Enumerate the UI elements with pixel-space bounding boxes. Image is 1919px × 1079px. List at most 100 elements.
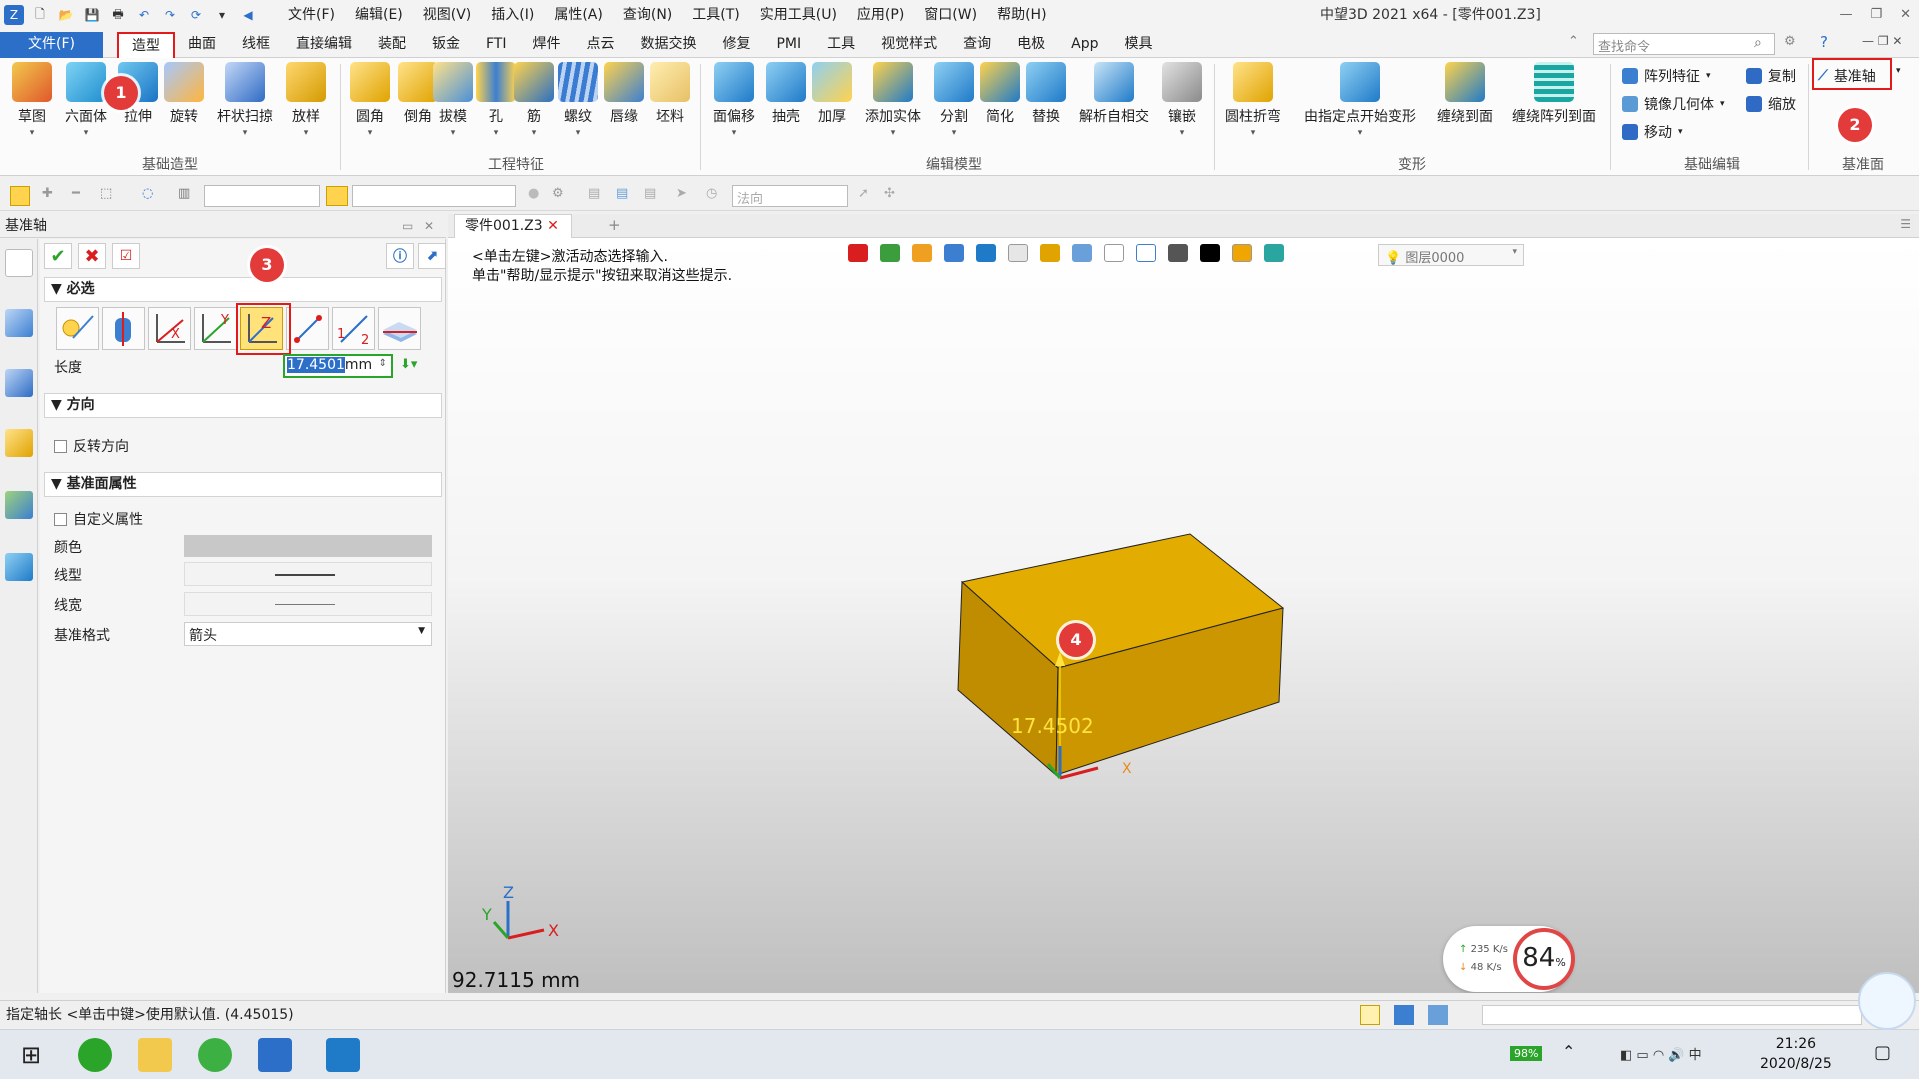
history-tree-icon[interactable]	[5, 309, 33, 337]
redo-icon[interactable]: ↷	[160, 5, 180, 25]
tab-assembly[interactable]: 装配	[365, 32, 419, 60]
tab-electrode[interactable]: 电极	[1004, 32, 1058, 60]
tab-menu-icon[interactable]: ☰	[1900, 217, 1911, 231]
menu-view[interactable]: 视图(V)	[413, 0, 482, 30]
method-cylinder-axis[interactable]	[102, 307, 145, 350]
close-tab-icon[interactable]: ✕	[547, 218, 559, 234]
menu-window[interactable]: 窗口(W)	[914, 0, 987, 30]
tab-repair[interactable]: 修复	[709, 32, 763, 60]
panel-close-icon[interactable]: ✕	[424, 214, 434, 238]
align-center-icon[interactable]: ▤	[616, 186, 628, 201]
select-pointer-icon[interactable]	[10, 186, 30, 206]
resolve-self-intersect-button[interactable]: 解析自相交	[1074, 62, 1154, 126]
stock-button[interactable]: 坯料	[642, 62, 698, 126]
notification-icon[interactable]: ▢	[1874, 1042, 1891, 1063]
deform-from-point-button[interactable]: 由指定点开始变形 ▾	[1296, 62, 1424, 138]
wrap-pattern-to-face-button[interactable]: 缠绕阵列到面	[1506, 62, 1602, 126]
collapse-ribbon-icon[interactable]: ⌃	[1568, 34, 1579, 49]
tab-point-cloud[interactable]: 点云	[573, 32, 627, 60]
pick-mode-icon[interactable]	[326, 186, 348, 206]
linewidth-select[interactable]	[184, 592, 432, 616]
assistant-mascot-icon[interactable]	[1858, 972, 1916, 1030]
tab-fti[interactable]: FTI	[473, 32, 520, 60]
print-icon[interactable]: 🖶	[108, 5, 128, 25]
info-button[interactable]: ⓘ	[386, 243, 414, 269]
section-direction[interactable]: ▼ 方向	[44, 393, 442, 418]
panel-float-icon[interactable]: ▭	[402, 214, 413, 238]
tab-tools[interactable]: 工具	[814, 32, 868, 60]
section-datum-props[interactable]: ▼ 基准面属性	[44, 472, 442, 497]
open-file-icon[interactable]: 📂	[56, 5, 76, 25]
tab-direct-edit[interactable]: 直接编辑	[283, 32, 365, 60]
feature-edit-icon[interactable]	[5, 249, 33, 277]
menu-utilities[interactable]: 实用工具(U)	[750, 0, 847, 30]
settings-gear-icon[interactable]: ⚙	[1784, 34, 1796, 49]
method-point-direction[interactable]	[56, 307, 99, 350]
option-icon[interactable]: ●	[528, 186, 539, 201]
method-point-to-point[interactable]: 12	[332, 307, 375, 350]
length-option-icon[interactable]: ⬇▾	[400, 357, 417, 372]
menu-tools[interactable]: 工具(T)	[682, 0, 749, 30]
loft-button[interactable]: 放样 ▾	[278, 62, 334, 138]
direction-combo[interactable]: 法向	[732, 185, 848, 207]
regenerate-icon[interactable]: ⟳	[186, 5, 206, 25]
history-icon[interactable]: ◷	[706, 186, 717, 201]
help-icon[interactable]: ?	[1820, 33, 1828, 51]
tab-sheet-metal[interactable]: 钣金	[419, 32, 473, 60]
tab-visual-style[interactable]: 视觉样式	[868, 32, 950, 60]
method-two-points[interactable]	[286, 307, 329, 350]
method-plane-intersect[interactable]	[378, 307, 421, 350]
tray-icons[interactable]: ◧ ▭ ◠ 🔊 中	[1620, 1044, 1702, 1063]
apply-button[interactable]: ☑	[112, 243, 140, 269]
menu-apps[interactable]: 应用(P)	[847, 0, 914, 30]
app-logo-icon[interactable]: Z	[4, 5, 24, 25]
tab-app[interactable]: App	[1058, 32, 1111, 60]
close-window-button[interactable]: ✕	[1900, 0, 1911, 30]
sketch-button[interactable]: 草图 ▾	[4, 62, 60, 138]
tab-pmi[interactable]: PMI	[763, 32, 814, 60]
pick-combo[interactable]	[352, 185, 516, 207]
help-hint-button[interactable]: ⬈	[418, 243, 446, 269]
snap-icon[interactable]: ✣	[884, 186, 895, 201]
scale-button[interactable]: 缩放	[1746, 94, 1796, 114]
user-icon[interactable]	[5, 553, 33, 581]
revolve-button[interactable]: 旋转	[156, 62, 212, 126]
undo-icon[interactable]: ↶	[134, 5, 154, 25]
tab-wireframe[interactable]: 线框	[229, 32, 283, 60]
color-swatch[interactable]	[184, 535, 432, 557]
monitor-icon[interactable]	[1394, 1005, 1414, 1025]
windows-start-icon[interactable]: ⊞	[14, 1038, 48, 1072]
cylinder-bend-button[interactable]: 圆柱折弯 ▾	[1220, 62, 1286, 138]
save-icon[interactable]: 💾	[82, 5, 102, 25]
assembly-tree-icon[interactable]	[5, 369, 33, 397]
minimize-button[interactable]: —	[1839, 0, 1852, 30]
mirror-geometry-button[interactable]: 镜像几何体 ▾	[1622, 94, 1725, 114]
tab-mold[interactable]: 模具	[1112, 32, 1166, 60]
tab-file[interactable]: 文件(F)	[0, 32, 103, 60]
wrap-to-face-button[interactable]: 缠绕到面	[1430, 62, 1500, 126]
mdi-window-controls[interactable]: — ❐ ✕	[1862, 34, 1902, 48]
thicken-button[interactable]: 加厚	[804, 62, 860, 126]
tab-data-exchange[interactable]: 数据交换	[627, 32, 709, 60]
move-button[interactable]: 移动 ▾	[1622, 122, 1683, 142]
menu-insert[interactable]: 插入(I)	[481, 0, 544, 30]
inlay-button[interactable]: 镶嵌 ▾	[1154, 62, 1210, 138]
face-offset-button[interactable]: 面偏移 ▾	[706, 62, 762, 138]
tab-surface[interactable]: 曲面	[175, 32, 229, 60]
zw3d-task-icon[interactable]	[258, 1038, 292, 1072]
command-search-input[interactable]: 查找命令	[1593, 33, 1775, 55]
copy-button[interactable]: 复制	[1746, 66, 1796, 86]
align-right-icon[interactable]: ▤	[644, 186, 656, 201]
window-list-icon[interactable]	[1428, 1005, 1448, 1025]
menu-edit[interactable]: 编辑(E)	[345, 0, 413, 30]
settings-icon[interactable]: ⚙	[552, 186, 564, 201]
battery-indicator[interactable]: 98%	[1510, 1046, 1543, 1061]
custom-props-checkbox[interactable]: 自定义属性	[54, 509, 143, 529]
document-tab[interactable]: 零件001.Z3 ✕	[454, 214, 572, 238]
browser-icon[interactable]	[78, 1038, 112, 1072]
tab-query[interactable]: 查询	[950, 32, 1004, 60]
layout-icon[interactable]	[1360, 1005, 1380, 1025]
align-left-icon[interactable]: ▤	[588, 186, 600, 201]
menu-query[interactable]: 查询(N)	[613, 0, 682, 30]
length-input[interactable]: 17.4501mm ⇕	[283, 354, 393, 378]
